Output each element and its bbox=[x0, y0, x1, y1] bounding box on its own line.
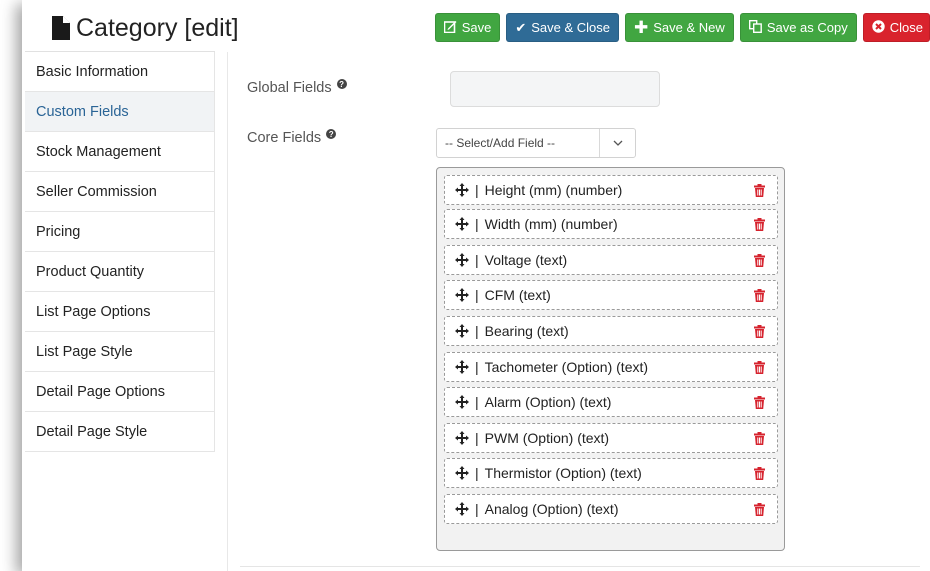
content-bottom-divider bbox=[240, 566, 920, 567]
copy-icon bbox=[748, 19, 762, 35]
move-icon[interactable] bbox=[453, 502, 471, 516]
sidebar-item-stock-management[interactable]: Stock Management bbox=[25, 132, 215, 172]
move-icon[interactable] bbox=[453, 217, 471, 231]
trash-icon[interactable] bbox=[753, 324, 765, 338]
core-fields-select-value: -- Select/Add Field -- bbox=[445, 136, 556, 150]
field-label: Height (mm) (number) bbox=[484, 182, 623, 198]
trash-icon[interactable] bbox=[753, 360, 765, 374]
page-title-text: Category [edit] bbox=[76, 13, 239, 42]
page-title: Category [edit] bbox=[52, 12, 239, 44]
save-copy-button-label: Save as Copy bbox=[766, 20, 848, 35]
field-list-item[interactable]: | Bearing (text) bbox=[444, 316, 778, 346]
field-label: Bearing (text) bbox=[484, 323, 569, 339]
field-list-item[interactable]: | Width (mm) (number) bbox=[444, 209, 778, 239]
trash-icon[interactable] bbox=[753, 183, 765, 197]
close-button[interactable]: Close bbox=[862, 13, 930, 42]
trash-icon[interactable] bbox=[753, 466, 765, 480]
field-label: Thermistor (Option) (text) bbox=[484, 465, 642, 481]
field-label: Voltage (text) bbox=[484, 252, 568, 268]
field-list-item[interactable]: | Thermistor (Option) (text) bbox=[444, 458, 778, 488]
move-icon[interactable] bbox=[453, 288, 471, 302]
separator: | bbox=[475, 323, 479, 339]
core-fields-label-text: Core Fields bbox=[247, 130, 322, 146]
separator: | bbox=[475, 359, 479, 375]
sidebar-item-detail-page-style[interactable]: Detail Page Style bbox=[25, 412, 215, 452]
trash-icon[interactable] bbox=[753, 217, 765, 231]
field-list-item[interactable]: | Tachometer (Option) (text) bbox=[444, 352, 778, 382]
global-fields-label: Global Fields ? bbox=[247, 79, 347, 96]
separator: | bbox=[475, 394, 479, 410]
separator: | bbox=[475, 216, 479, 232]
field-list-item[interactable]: | Voltage (text) bbox=[444, 245, 778, 275]
move-icon[interactable] bbox=[453, 466, 471, 480]
chevron-down-icon bbox=[599, 129, 635, 157]
sidebar-item-basic-information[interactable]: Basic Information bbox=[25, 52, 215, 92]
field-label: Tachometer (Option) (text) bbox=[484, 359, 649, 375]
separator: | bbox=[475, 465, 479, 481]
field-list-item[interactable]: | CFM (text) bbox=[444, 280, 778, 310]
page-header: Category [edit] Save ✔ Save & Close ✚ Sa… bbox=[22, 0, 930, 52]
field-label: CFM (text) bbox=[484, 287, 551, 303]
field-label: Width (mm) (number) bbox=[484, 216, 618, 232]
field-list-item[interactable]: | Alarm (Option) (text) bbox=[444, 387, 778, 417]
separator: | bbox=[475, 252, 479, 268]
content-divider bbox=[227, 52, 228, 571]
core-fields-label: Core Fields ? bbox=[247, 129, 337, 146]
move-icon[interactable] bbox=[453, 253, 471, 267]
core-fields-select[interactable]: -- Select/Add Field -- bbox=[436, 128, 636, 158]
sidebar-item-list-page-options[interactable]: List Page Options bbox=[25, 292, 215, 332]
field-label: Analog (Option) (text) bbox=[484, 501, 619, 517]
save-new-button[interactable]: ✚ Save & New bbox=[625, 13, 734, 42]
sidebar-item-product-quantity[interactable]: Product Quantity bbox=[25, 252, 215, 292]
move-icon[interactable] bbox=[453, 431, 471, 445]
trash-icon[interactable] bbox=[753, 431, 765, 445]
close-button-label: Close bbox=[889, 20, 923, 35]
trash-icon[interactable] bbox=[753, 502, 765, 516]
toolbar: Save ✔ Save & Close ✚ Save & New Save as… bbox=[434, 13, 930, 43]
core-fields-list: | Height (mm) (number) | Width (mm) (number… bbox=[436, 167, 785, 551]
sidebar-item-seller-commission[interactable]: Seller Commission bbox=[25, 172, 215, 212]
save-new-button-label: Save & New bbox=[653, 20, 725, 35]
field-list-item[interactable]: | PWM (Option) (text) bbox=[444, 423, 778, 453]
move-icon[interactable] bbox=[453, 324, 471, 338]
question-circle-icon: ? bbox=[326, 129, 337, 139]
separator: | bbox=[475, 182, 479, 198]
sidebar-item-detail-page-options[interactable]: Detail Page Options bbox=[25, 372, 215, 412]
times-circle-icon bbox=[872, 20, 885, 35]
field-label: PWM (Option) (text) bbox=[484, 430, 610, 446]
trash-icon[interactable] bbox=[753, 253, 765, 267]
sidebar-item-custom-fields[interactable]: Custom Fields bbox=[25, 92, 215, 132]
move-icon[interactable] bbox=[453, 360, 471, 374]
field-list-item[interactable]: | Height (mm) (number) bbox=[444, 175, 778, 205]
field-list-item[interactable]: | Analog (Option) (text) bbox=[444, 494, 778, 524]
global-fields-input[interactable] bbox=[450, 71, 660, 107]
sidebar-item-pricing[interactable]: Pricing bbox=[25, 212, 215, 252]
separator: | bbox=[475, 501, 479, 517]
global-fields-label-text: Global Fields bbox=[247, 80, 332, 96]
save-copy-button[interactable]: Save as Copy bbox=[739, 13, 857, 42]
save-close-button-label: Save & Close bbox=[531, 20, 611, 35]
field-label: Alarm (Option) (text) bbox=[484, 394, 612, 410]
plus-icon: ✚ bbox=[634, 18, 649, 37]
trash-icon[interactable] bbox=[753, 288, 765, 302]
sidebar-item-list-page-style[interactable]: List Page Style bbox=[25, 332, 215, 372]
separator: | bbox=[475, 430, 479, 446]
edit-icon bbox=[443, 20, 457, 35]
question-circle-icon: ? bbox=[336, 79, 347, 89]
save-button[interactable]: Save bbox=[434, 13, 501, 42]
save-button-label: Save bbox=[461, 20, 492, 35]
check-icon: ✔ bbox=[515, 20, 527, 35]
document-icon bbox=[52, 16, 70, 40]
move-icon[interactable] bbox=[453, 395, 471, 409]
move-icon[interactable] bbox=[453, 183, 471, 197]
sidebar: Basic Information Custom Fields Stock Ma… bbox=[25, 51, 215, 452]
trash-icon[interactable] bbox=[753, 395, 765, 409]
separator: | bbox=[475, 287, 479, 303]
save-close-button[interactable]: ✔ Save & Close bbox=[506, 13, 620, 42]
